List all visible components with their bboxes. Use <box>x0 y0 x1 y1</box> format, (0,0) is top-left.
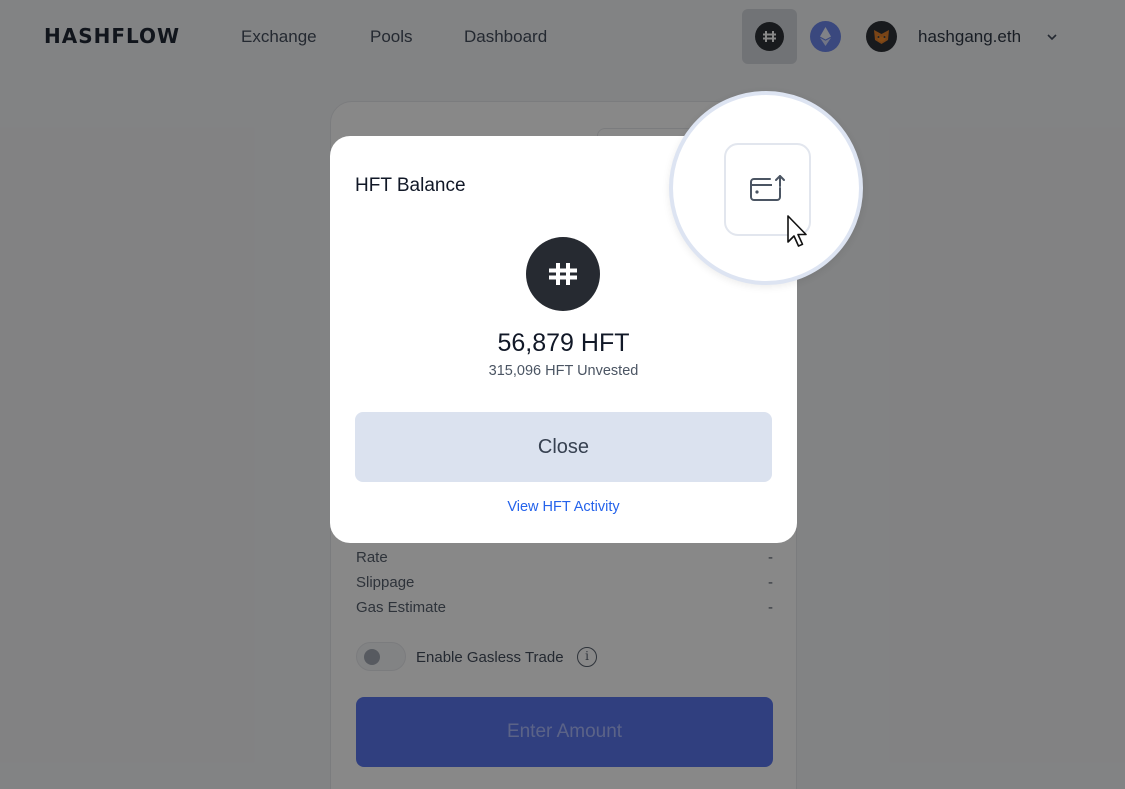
hft-unvested-amount: 315,096 HFT Unvested <box>488 363 639 379</box>
magnifier-callout <box>669 91 863 285</box>
modal-title: HFT Balance <box>355 175 466 196</box>
mouse-cursor-icon <box>787 215 807 247</box>
view-hft-activity-link[interactable]: View HFT Activity <box>330 499 797 515</box>
hashflow-logo-icon <box>526 237 600 311</box>
close-button[interactable]: Close <box>355 412 772 482</box>
wallet-upload-icon <box>750 175 785 201</box>
hft-balance-amount: 56,879 HFT <box>497 329 630 357</box>
